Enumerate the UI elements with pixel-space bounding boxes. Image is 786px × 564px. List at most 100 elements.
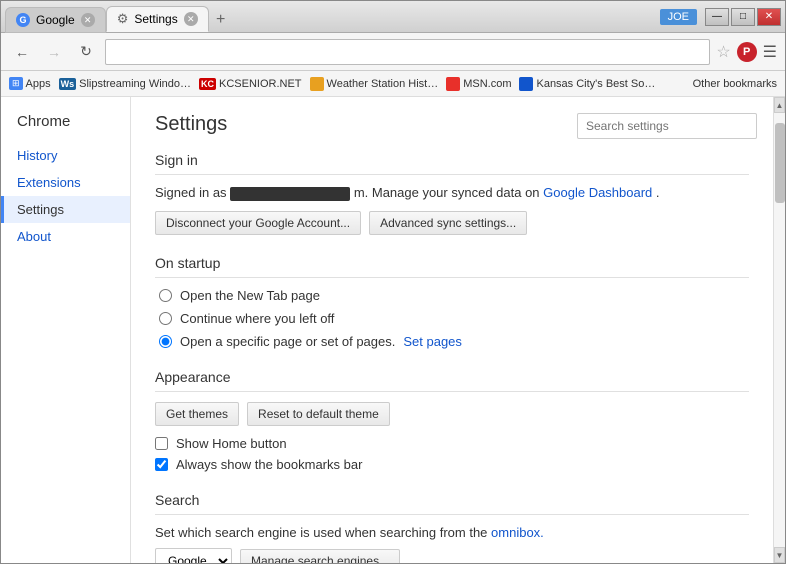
close-button[interactable]: ✕ bbox=[757, 8, 781, 26]
bookmark-apps-label: Apps bbox=[26, 78, 51, 90]
search-desc-text: Set which search engine is used when sea… bbox=[155, 525, 487, 540]
kc-icon: KC bbox=[199, 78, 216, 90]
google-tab-icon: G bbox=[16, 13, 30, 27]
scroll-down-button[interactable]: ▼ bbox=[774, 547, 785, 563]
window-controls: JOE — □ ✕ bbox=[660, 8, 781, 26]
bookmark-msn[interactable]: MSN.com bbox=[446, 77, 511, 91]
bookmark-kc[interactable]: KC KCSENIOR.NET bbox=[199, 78, 302, 90]
signed-in-email bbox=[230, 187, 350, 201]
startup-section-title: On startup bbox=[155, 255, 749, 278]
bookmarks-bar-checkbox[interactable] bbox=[155, 458, 168, 471]
bookmark-ws[interactable]: Ws Slipstreaming Windo… bbox=[59, 78, 191, 90]
manage-search-engines-button[interactable]: Manage search engines... bbox=[240, 549, 400, 563]
bookmark-star-icon[interactable]: ☆ bbox=[716, 42, 730, 62]
msn-icon bbox=[446, 77, 460, 91]
minimize-button[interactable]: — bbox=[705, 8, 729, 26]
kc2-icon bbox=[519, 77, 533, 91]
search-row: Google Manage search engines... bbox=[155, 548, 749, 563]
search-settings-input[interactable] bbox=[577, 113, 757, 139]
startup-specific-label: Open a specific page or set of pages. bbox=[180, 334, 395, 349]
browser-window: G Google ✕ ⚙ Settings ✕ + JOE — □ ✕ ← → … bbox=[0, 0, 786, 564]
signin-text: Signed in as m. Manage your synced data … bbox=[155, 185, 749, 201]
scroll-up-button[interactable]: ▲ bbox=[774, 97, 785, 113]
tab-settings[interactable]: ⚙ Settings ✕ bbox=[106, 6, 209, 32]
more-bookmarks-label: Other bookmarks bbox=[693, 78, 777, 90]
nav-right: ☆ P ☰ bbox=[716, 42, 777, 62]
sidebar-item-history[interactable]: History bbox=[1, 142, 130, 169]
appearance-btns: Get themes Reset to default theme bbox=[155, 402, 749, 426]
reset-theme-button[interactable]: Reset to default theme bbox=[247, 402, 390, 426]
startup-radio-group: Open the New Tab page Continue where you… bbox=[155, 288, 749, 349]
new-tab-button[interactable]: + bbox=[209, 8, 233, 32]
weather-icon bbox=[310, 77, 324, 91]
search-section-title: Search bbox=[155, 492, 749, 515]
reload-button[interactable]: ↻ bbox=[73, 39, 99, 65]
sidebar-item-about[interactable]: About bbox=[1, 223, 130, 250]
title-bar: G Google ✕ ⚙ Settings ✕ + JOE — □ ✕ bbox=[1, 1, 785, 33]
startup-new-tab-label: Open the New Tab page bbox=[180, 288, 320, 303]
bookmark-kc2[interactable]: Kansas City's Best So… bbox=[519, 77, 655, 91]
startup-continue-radio[interactable] bbox=[159, 312, 172, 325]
bookmark-weather-label: Weather Station Hist… bbox=[327, 78, 439, 90]
settings-content: Settings Sign in Signed in as m. Manage … bbox=[131, 97, 773, 563]
sidebar-item-settings[interactable]: Settings bbox=[1, 196, 130, 223]
search-engine-select[interactable]: Google bbox=[155, 548, 232, 563]
signed-in-suffix: m. Manage your synced data on bbox=[354, 185, 543, 200]
omnibox-link[interactable]: omnibox. bbox=[491, 525, 544, 540]
startup-new-tab[interactable]: Open the New Tab page bbox=[159, 288, 749, 303]
startup-continue-label: Continue where you left off bbox=[180, 311, 334, 326]
scroll-track bbox=[774, 113, 785, 547]
set-pages-link[interactable]: Set pages bbox=[403, 334, 462, 349]
search-section: Search Set which search engine is used w… bbox=[155, 492, 749, 563]
signin-section: Sign in Signed in as m. Manage your sync… bbox=[155, 152, 749, 235]
signed-in-period: . bbox=[656, 185, 660, 200]
scroll-thumb[interactable] bbox=[775, 123, 785, 203]
content-area: Chrome History Extensions Settings About… bbox=[1, 97, 785, 563]
google-dashboard-link[interactable]: Google Dashboard bbox=[543, 185, 652, 200]
startup-section: On startup Open the New Tab page Continu… bbox=[155, 255, 749, 349]
bookmark-weather[interactable]: Weather Station Hist… bbox=[310, 77, 439, 91]
search-description: Set which search engine is used when sea… bbox=[155, 525, 749, 540]
show-home-item: Show Home button bbox=[155, 436, 749, 451]
show-home-checkbox[interactable] bbox=[155, 437, 168, 450]
tab-settings-label: Settings bbox=[134, 12, 177, 26]
signed-in-prefix: Signed in as bbox=[155, 185, 227, 200]
bookmark-msn-label: MSN.com bbox=[463, 78, 511, 90]
startup-new-tab-radio[interactable] bbox=[159, 289, 172, 302]
show-home-label: Show Home button bbox=[176, 436, 287, 451]
bookmark-kc2-label: Kansas City's Best So… bbox=[536, 78, 655, 90]
tab-google[interactable]: G Google ✕ bbox=[5, 7, 106, 33]
nav-bar: ← → ↻ chrome://settings ☆ P ☰ bbox=[1, 33, 785, 71]
apps-icon: ⊞ bbox=[9, 77, 23, 90]
tab-bar: G Google ✕ ⚙ Settings ✕ + bbox=[5, 1, 660, 32]
advanced-sync-button[interactable]: Advanced sync settings... bbox=[369, 211, 527, 235]
pinterest-button[interactable]: P bbox=[737, 42, 757, 62]
maximize-button[interactable]: □ bbox=[731, 8, 755, 26]
address-bar[interactable]: chrome://settings bbox=[105, 39, 710, 65]
tab-google-close[interactable]: ✕ bbox=[81, 13, 95, 27]
bookmarks-bar-item: Always show the bookmarks bar bbox=[155, 457, 749, 472]
ws-icon: Ws bbox=[59, 78, 77, 90]
forward-button[interactable]: → bbox=[41, 39, 67, 65]
chrome-menu-button[interactable]: ☰ bbox=[763, 42, 777, 62]
signin-section-title: Sign in bbox=[155, 152, 749, 175]
user-button[interactable]: JOE bbox=[660, 9, 697, 25]
startup-specific[interactable]: Open a specific page or set of pages. Se… bbox=[159, 334, 749, 349]
address-input[interactable]: chrome://settings bbox=[114, 45, 701, 59]
scrollbar[interactable]: ▲ ▼ bbox=[773, 97, 785, 563]
sidebar-item-extensions[interactable]: Extensions bbox=[1, 169, 130, 196]
back-button[interactable]: ← bbox=[9, 39, 35, 65]
bookmarks-bar-label: Always show the bookmarks bar bbox=[176, 457, 362, 472]
get-themes-button[interactable]: Get themes bbox=[155, 402, 239, 426]
startup-continue[interactable]: Continue where you left off bbox=[159, 311, 749, 326]
startup-specific-radio[interactable] bbox=[159, 335, 172, 348]
appearance-section-title: Appearance bbox=[155, 369, 749, 392]
bookmark-ws-label: Slipstreaming Windo… bbox=[79, 78, 191, 90]
signin-btn-row: Disconnect your Google Account... Advanc… bbox=[155, 211, 749, 235]
disconnect-google-button[interactable]: Disconnect your Google Account... bbox=[155, 211, 361, 235]
bookmark-more[interactable]: Other bookmarks bbox=[693, 78, 777, 90]
bookmarks-bar: ⊞ Apps Ws Slipstreaming Windo… KC KCSENI… bbox=[1, 71, 785, 97]
tab-google-label: Google bbox=[36, 13, 75, 27]
tab-settings-close[interactable]: ✕ bbox=[184, 12, 198, 26]
bookmark-apps[interactable]: ⊞ Apps bbox=[9, 77, 51, 90]
